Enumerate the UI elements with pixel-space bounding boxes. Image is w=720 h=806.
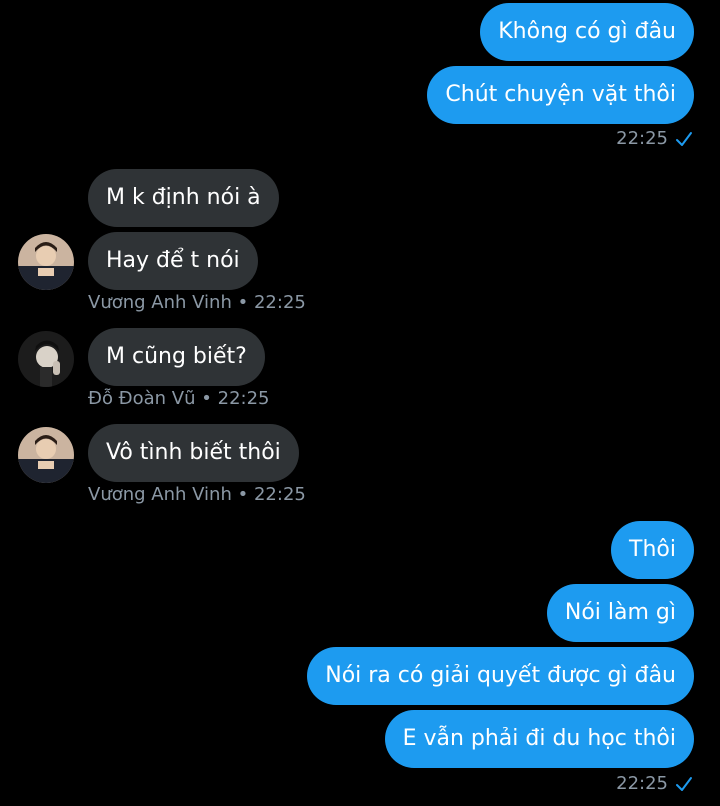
sender-name[interactable]: Đỗ Đoàn Vũ [88, 388, 196, 409]
read-check-icon [676, 131, 692, 146]
avatar[interactable] [18, 331, 74, 387]
sender-name[interactable]: Vương Anh Vinh [88, 292, 232, 313]
read-check-icon [676, 776, 692, 791]
user-avatar-icon [18, 331, 74, 387]
avatar[interactable] [18, 427, 74, 483]
meta-separator: • [201, 388, 212, 409]
avatar[interactable] [18, 234, 74, 290]
message-meta: 22:25 [616, 128, 694, 149]
outgoing-message-bubble[interactable]: Chút chuyện vặt thôi [427, 66, 694, 124]
message-meta: Đỗ Đoàn Vũ • 22:25 [88, 388, 270, 409]
message-time: 22:25 [616, 773, 668, 794]
message-time: 22:25 [253, 292, 306, 313]
message-time: 22:25 [616, 128, 668, 149]
incoming-message-bubble[interactable]: M cũng biết? [88, 328, 265, 386]
user-avatar-icon [18, 234, 74, 290]
sender-name[interactable]: Vương Anh Vinh [88, 484, 232, 505]
meta-separator: • [237, 484, 249, 505]
outgoing-message-bubble[interactable]: Không có gì đâu [480, 3, 694, 61]
message-time: 22:25 [217, 388, 270, 409]
incoming-message-bubble[interactable]: Hay để t nói [88, 232, 258, 290]
message-meta: Vương Anh Vinh • 22:25 [88, 292, 306, 313]
incoming-message-bubble[interactable]: Vô tình biết thôi [88, 424, 299, 482]
outgoing-message-bubble[interactable]: Thôi [611, 521, 694, 579]
message-meta: 22:25 [616, 773, 694, 794]
outgoing-message-bubble[interactable]: Nói làm gì [546, 584, 694, 642]
outgoing-message-bubble[interactable]: E vẫn phải đi du học thôi [384, 710, 694, 768]
incoming-message-bubble[interactable]: M k định nói à [88, 169, 279, 227]
message-time: 22:25 [253, 484, 306, 505]
user-avatar-icon [18, 427, 74, 483]
message-meta: Vương Anh Vinh • 22:25 [88, 484, 306, 505]
outgoing-message-bubble[interactable]: Nói ra có giải quyết được gì đâu [307, 647, 694, 705]
meta-separator: • [237, 292, 249, 313]
